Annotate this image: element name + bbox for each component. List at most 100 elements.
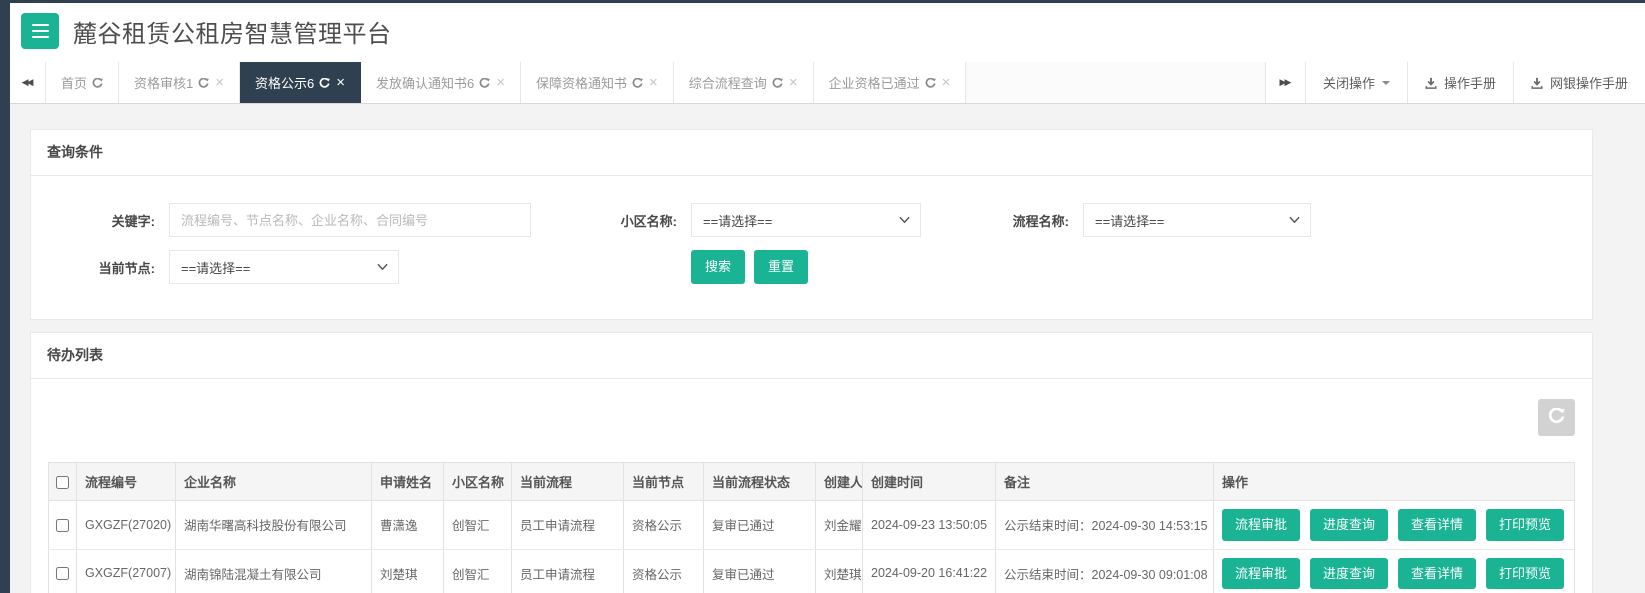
window-top-border: [0, 0, 1645, 3]
refresh-icon[interactable]: [479, 78, 490, 89]
tab-item[interactable]: 综合流程查询 ×: [674, 62, 814, 103]
todo-list-panel: 待办列表 流程编号企业名称申请姓名小区名称当前流程当前节点当前流程状态创建人创建…: [30, 332, 1593, 593]
table-header-row: 流程编号企业名称申请姓名小区名称当前流程当前节点当前流程状态创建人创建时间备注操…: [49, 463, 1575, 501]
current-process-cell: 员工申请流程: [512, 549, 624, 593]
refresh-icon[interactable]: [632, 78, 643, 89]
progress-query-button[interactable]: 进度查询: [1310, 509, 1388, 541]
close-icon[interactable]: ×: [649, 75, 658, 90]
page-title: 麓谷租赁公租房智慧管理平台: [73, 14, 392, 49]
column-header: 操作: [1214, 463, 1575, 501]
download-icon: [1425, 77, 1437, 89]
refresh-icon[interactable]: [198, 78, 209, 89]
top-header: 麓谷租赁公租房智慧管理平台: [10, 0, 1645, 62]
tab-label: 资格审核1: [134, 73, 193, 92]
progress-query-button[interactable]: 进度查询: [1310, 558, 1388, 590]
process-name-select[interactable]: ==请选择==: [1083, 203, 1311, 237]
approve-workflow-button[interactable]: 流程审批: [1222, 509, 1300, 541]
chevron-down-icon: [377, 263, 388, 271]
close-actions-dropdown[interactable]: 关闭操作: [1305, 62, 1407, 103]
refresh-icon: [1548, 408, 1565, 428]
creator-cell: 刘金耀: [816, 501, 863, 550]
bank-manual-download-button[interactable]: 网银操作手册: [1513, 62, 1645, 103]
refresh-table-button[interactable]: [1538, 399, 1575, 436]
search-button[interactable]: 搜索: [691, 250, 745, 284]
scroll-tabs-left-icon[interactable]: ◀◀: [10, 62, 46, 103]
creator-cell: 刘楚琪: [816, 549, 863, 593]
print-preview-button[interactable]: 打印预览: [1486, 509, 1564, 541]
approve-workflow-button[interactable]: 流程审批: [1222, 558, 1300, 590]
row-checkbox[interactable]: [56, 567, 69, 580]
view-details-button[interactable]: 查看详情: [1398, 509, 1476, 541]
todo-table: 流程编号企业名称申请姓名小区名称当前流程当前节点当前流程状态创建人创建时间备注操…: [48, 462, 1575, 593]
node-selected-value: ==请选择==: [181, 258, 250, 277]
manual-label: 操作手册: [1444, 73, 1496, 92]
community-selected-value: ==请选择==: [703, 211, 772, 230]
todo-section-title: 待办列表: [31, 333, 1592, 379]
current-node-select[interactable]: ==请选择==: [169, 250, 399, 284]
process-number-cell: GXGZF(27020): [77, 501, 176, 550]
actions-cell: 流程审批进度查询查看详情打印预览: [1214, 549, 1575, 593]
refresh-icon[interactable]: [319, 78, 330, 89]
table-row: GXGZF(27007)湖南锦陆混凝土有限公司刘楚琪创智汇员工申请流程资格公示复…: [49, 549, 1575, 593]
tab-strip: 首页 资格审核1 ×资格公示6 ×发放确认通知书6 ×保障资格通知书 ×综合流程…: [46, 62, 966, 103]
column-header: 创建时间: [863, 463, 996, 501]
menu-toggle-button[interactable]: [21, 13, 59, 49]
tab-label: 保障资格通知书: [536, 73, 627, 92]
main-layout: 麓谷租赁公租房智慧管理平台 ◀◀ 首页 资格审核1 ×资格公示6 ×发放确认通知…: [10, 0, 1645, 593]
chevron-down-icon: [1289, 216, 1300, 224]
applicant-name-cell: 曹潇逸: [372, 501, 444, 550]
refresh-icon[interactable]: [92, 78, 103, 89]
query-section-title: 查询条件: [31, 130, 1592, 176]
remark-cell: 公示结束时间：2024-09-30 14:53:15: [996, 501, 1214, 550]
current-node-cell: 资格公示: [624, 549, 704, 593]
column-header: 企业名称: [176, 463, 372, 501]
tab-item[interactable]: 资格审核1 ×: [119, 62, 240, 103]
query-form: 关键字: 小区名称: ==请选择== 流程名称: ==请选择== 当前: [31, 176, 1592, 319]
close-icon[interactable]: ×: [215, 75, 224, 90]
chevron-down-icon: [899, 216, 910, 224]
column-header: 小区名称: [444, 463, 512, 501]
caret-down-icon: [1382, 81, 1390, 89]
process-selected-value: ==请选择==: [1095, 211, 1164, 230]
tab-item[interactable]: 资格公示6 ×: [240, 62, 361, 103]
table-toolbar: [48, 379, 1575, 436]
keyword-input[interactable]: [169, 203, 531, 237]
column-header: 备注: [996, 463, 1214, 501]
tab-item[interactable]: 发放确认通知书6 ×: [361, 62, 521, 103]
created-time-cell: 2024-09-23 13:50:05: [863, 501, 996, 550]
tab-item[interactable]: 企业资格已通过 ×: [814, 62, 967, 103]
community-select[interactable]: ==请选择==: [691, 203, 921, 237]
close-icon[interactable]: ×: [789, 75, 798, 90]
community-label: 小区名称:: [531, 211, 691, 230]
row-checkbox[interactable]: [56, 519, 69, 532]
community-name-cell: 创智汇: [444, 501, 512, 550]
close-icon[interactable]: ×: [496, 75, 505, 90]
manual-download-button[interactable]: 操作手册: [1407, 62, 1513, 103]
column-header: 创建人: [816, 463, 863, 501]
tab-label: 综合流程查询: [689, 73, 767, 92]
refresh-icon[interactable]: [925, 78, 936, 89]
current-process-cell: 员工申请流程: [512, 501, 624, 550]
tab-item[interactable]: 首页: [46, 62, 119, 103]
print-preview-button[interactable]: 打印预览: [1486, 558, 1564, 590]
download-icon: [1531, 77, 1543, 89]
refresh-icon[interactable]: [772, 78, 783, 89]
current-node-cell: 资格公示: [624, 501, 704, 550]
tab-label: 发放确认通知书6: [376, 73, 474, 92]
remark-cell: 公示结束时间：2024-09-30 09:01:08: [996, 549, 1214, 593]
bank-manual-label: 网银操作手册: [1550, 73, 1628, 92]
company-name-cell: 湖南锦陆混凝土有限公司: [176, 549, 372, 593]
reset-button[interactable]: 重置: [754, 250, 808, 284]
close-icon[interactable]: ×: [942, 75, 951, 90]
process-number-cell: GXGZF(27007): [77, 549, 176, 593]
scroll-tabs-right-icon[interactable]: ▶▶: [1265, 62, 1305, 103]
close-icon[interactable]: ×: [336, 75, 345, 90]
view-details-button[interactable]: 查看详情: [1398, 558, 1476, 590]
tab-label: 首页: [61, 73, 87, 92]
tab-item[interactable]: 保障资格通知书 ×: [521, 62, 674, 103]
process-status-cell: 复审已通过: [704, 501, 816, 550]
select-all-checkbox[interactable]: [56, 476, 69, 489]
tab-bar: ◀◀ 首页 资格审核1 ×资格公示6 ×发放确认通知书6 ×保障资格通知书 ×综…: [10, 62, 1645, 104]
close-actions-label: 关闭操作: [1323, 73, 1375, 92]
actions-cell: 流程审批进度查询查看详情打印预览: [1214, 501, 1575, 550]
